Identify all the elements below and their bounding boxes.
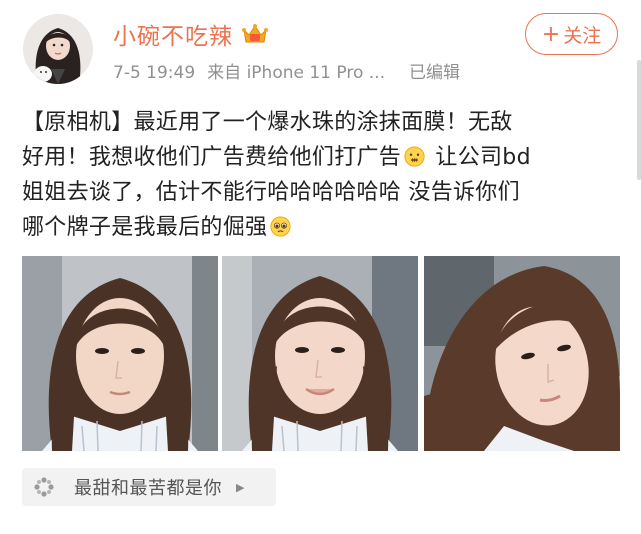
avatar-photo-icon	[23, 14, 93, 84]
super-topic-link[interactable]: 最甜和最苦都是你 ▶	[22, 468, 276, 506]
chevron-right-icon: ▶	[236, 480, 245, 494]
secret-emoji-icon	[404, 146, 425, 167]
scrollbar[interactable]	[637, 60, 641, 180]
post-text-segment: 哪个牌子是我最后的倔强	[22, 215, 268, 240]
post-text-segment: 好用！我想收他们广告费给他们打广告	[22, 145, 402, 170]
plus-icon: +	[541, 21, 561, 47]
post-photo-1[interactable]	[22, 256, 218, 451]
post-line: 哪个牌子是我最后的倔强	[22, 210, 622, 245]
username-row: 小碗不吃辣	[113, 14, 269, 54]
post-photo-2[interactable]	[222, 256, 418, 451]
selfie-photo-icon	[22, 256, 218, 451]
follow-label: 关注	[563, 24, 602, 47]
avatar[interactable]	[23, 14, 93, 84]
post-photo-3[interactable]	[424, 256, 620, 451]
post-line: 姐姐去谈了，估计不能行哈哈哈哈哈哈 没告诉你们	[22, 180, 520, 205]
super-topic-label: 最甜和最苦都是你	[74, 478, 222, 499]
edited-label[interactable]: 已编辑	[409, 63, 460, 83]
vip-crown-icon[interactable]	[241, 22, 269, 46]
post-line: 【原相机】最近用了一个爆水珠的涂抹面膜！无敌	[22, 110, 513, 135]
super-topic-icon	[34, 477, 54, 497]
selfie-photo-icon	[424, 256, 620, 451]
post-time: 7-5 19:49	[113, 63, 196, 83]
post-text-segment: 让公司bd	[428, 145, 531, 170]
pleading-emoji-icon	[270, 216, 291, 237]
post-source[interactable]: 来自 iPhone 11 Pro ...	[207, 63, 385, 83]
selfie-photo-icon	[222, 256, 418, 451]
follow-button[interactable]: + 关注	[525, 13, 618, 55]
username[interactable]: 小碗不吃辣	[113, 17, 233, 51]
post-line: 好用！我想收他们广告费给他们打广告 让公司bd	[22, 140, 622, 175]
post-meta: 7-5 19:49 来自 iPhone 11 Pro ... 已编辑	[113, 58, 472, 83]
post-text: 【原相机】最近用了一个爆水珠的涂抹面膜！无敌 好用！我想收他们广告费给他们打广告…	[22, 105, 622, 245]
